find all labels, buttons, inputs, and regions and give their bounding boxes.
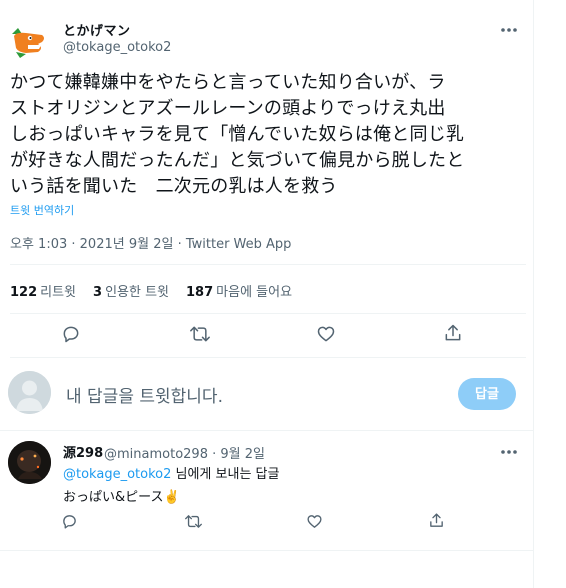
share-icon (430, 513, 443, 527)
author-handle[interactable]: @tokage_otoko2 (63, 40, 171, 55)
tweet-time[interactable]: 오후 1:03 (10, 237, 67, 252)
replying-to-label: 님에게 보내는 답글 (175, 467, 280, 482)
retweet-icon (185, 515, 202, 528)
author-avatar[interactable] (8, 22, 48, 62)
divider (10, 313, 526, 314)
tweet-stats: 122 리트윗 3 인용한 트윗 187 마음에 들어요 (10, 281, 292, 300)
share-icon (445, 324, 461, 341)
reply-input[interactable]: 내 답글을 트윗합니다. (66, 382, 223, 407)
tweet-source[interactable]: Twitter Web App (186, 237, 292, 252)
translate-tweet-link[interactable]: 트윗 번역하기 (10, 202, 74, 218)
reply-text: おっぱい&ピース✌️ (63, 490, 180, 505)
retweet-icon (190, 326, 210, 342)
current-user-avatar[interactable] (8, 371, 51, 414)
tweet-text-line: が好きな人間だったんだ」と気づいて偏見から脱したと (10, 150, 465, 171)
reply-like-button[interactable] (306, 513, 323, 534)
tweet-date[interactable]: 2021년 9월 2일 (80, 237, 174, 252)
retweets-stat[interactable]: 122 리트윗 (10, 281, 76, 300)
retweet-button[interactable] (189, 324, 211, 348)
reply-reply-button[interactable] (61, 513, 78, 534)
retweets-label: 리트윗 (40, 285, 77, 300)
reply-date[interactable]: 9월 2일 (220, 447, 265, 462)
reply-submit-button[interactable]: 답글 (458, 378, 516, 410)
comment-icon (63, 326, 79, 343)
tweet-text-line: しおっぱいキャラを見て「憎んでいた奴らは俺と同じ乳 (10, 124, 465, 145)
tweet-timestamp: 오후 1:03 · 2021년 9월 2일 · Twitter Web App (10, 237, 292, 252)
author-name[interactable]: とかげマン (63, 20, 131, 39)
quotes-stat[interactable]: 3 인용한 트윗 (93, 281, 169, 300)
divider (0, 550, 534, 551)
comment-icon (63, 515, 76, 529)
reply-author-handle[interactable]: @minamoto298 (104, 447, 208, 462)
tweet-text: かつて嫌韓嫌中をやたらと言っていた知り合いが、ラ ストオリジンとアズールレーンの… (10, 70, 530, 200)
heart-icon (317, 326, 335, 342)
likes-label: 마음에 들어요 (216, 285, 293, 300)
tweet-text-line: ストオリジンとアズールレーンの頭よりでっけえ丸出 (10, 98, 446, 119)
reply-retweet-button[interactable] (184, 513, 203, 534)
more-horizontal-icon[interactable] (498, 442, 520, 462)
reply-button[interactable] (61, 324, 81, 348)
likes-stat[interactable]: 187 마음에 들어요 (186, 281, 292, 300)
tweet-detail-panel: とかげマン @tokage_otoko2 かつて嫌韓嫌中をやたらと言っていた知り… (0, 0, 534, 588)
tweet-text-line: いう話を聞いた 二次元の乳は人を救う (10, 176, 338, 197)
replying-to: @tokage_otoko2 님에게 보내는 답글 (63, 463, 279, 482)
divider (0, 430, 534, 431)
likes-count: 187 (186, 285, 214, 300)
more-horizontal-icon[interactable] (498, 20, 520, 40)
reply-meta: @minamoto298 · 9월 2일 (104, 447, 265, 462)
tweet-text-line: かつて嫌韓嫌中をやたらと言っていた知り合いが、ラ (10, 72, 446, 93)
quotes-count: 3 (93, 285, 103, 300)
share-button[interactable] (443, 323, 463, 347)
divider (10, 264, 526, 265)
reply-author-avatar[interactable] (8, 441, 51, 484)
heart-icon (307, 515, 322, 528)
like-button[interactable] (316, 324, 336, 348)
retweets-count: 122 (10, 285, 38, 300)
reply-author-name[interactable]: 源298 (63, 442, 103, 461)
reply-share-button[interactable] (428, 512, 445, 533)
quotes-label: 인용한 트윗 (105, 285, 170, 300)
divider (10, 357, 526, 358)
replying-to-handle[interactable]: @tokage_otoko2 (63, 467, 171, 482)
